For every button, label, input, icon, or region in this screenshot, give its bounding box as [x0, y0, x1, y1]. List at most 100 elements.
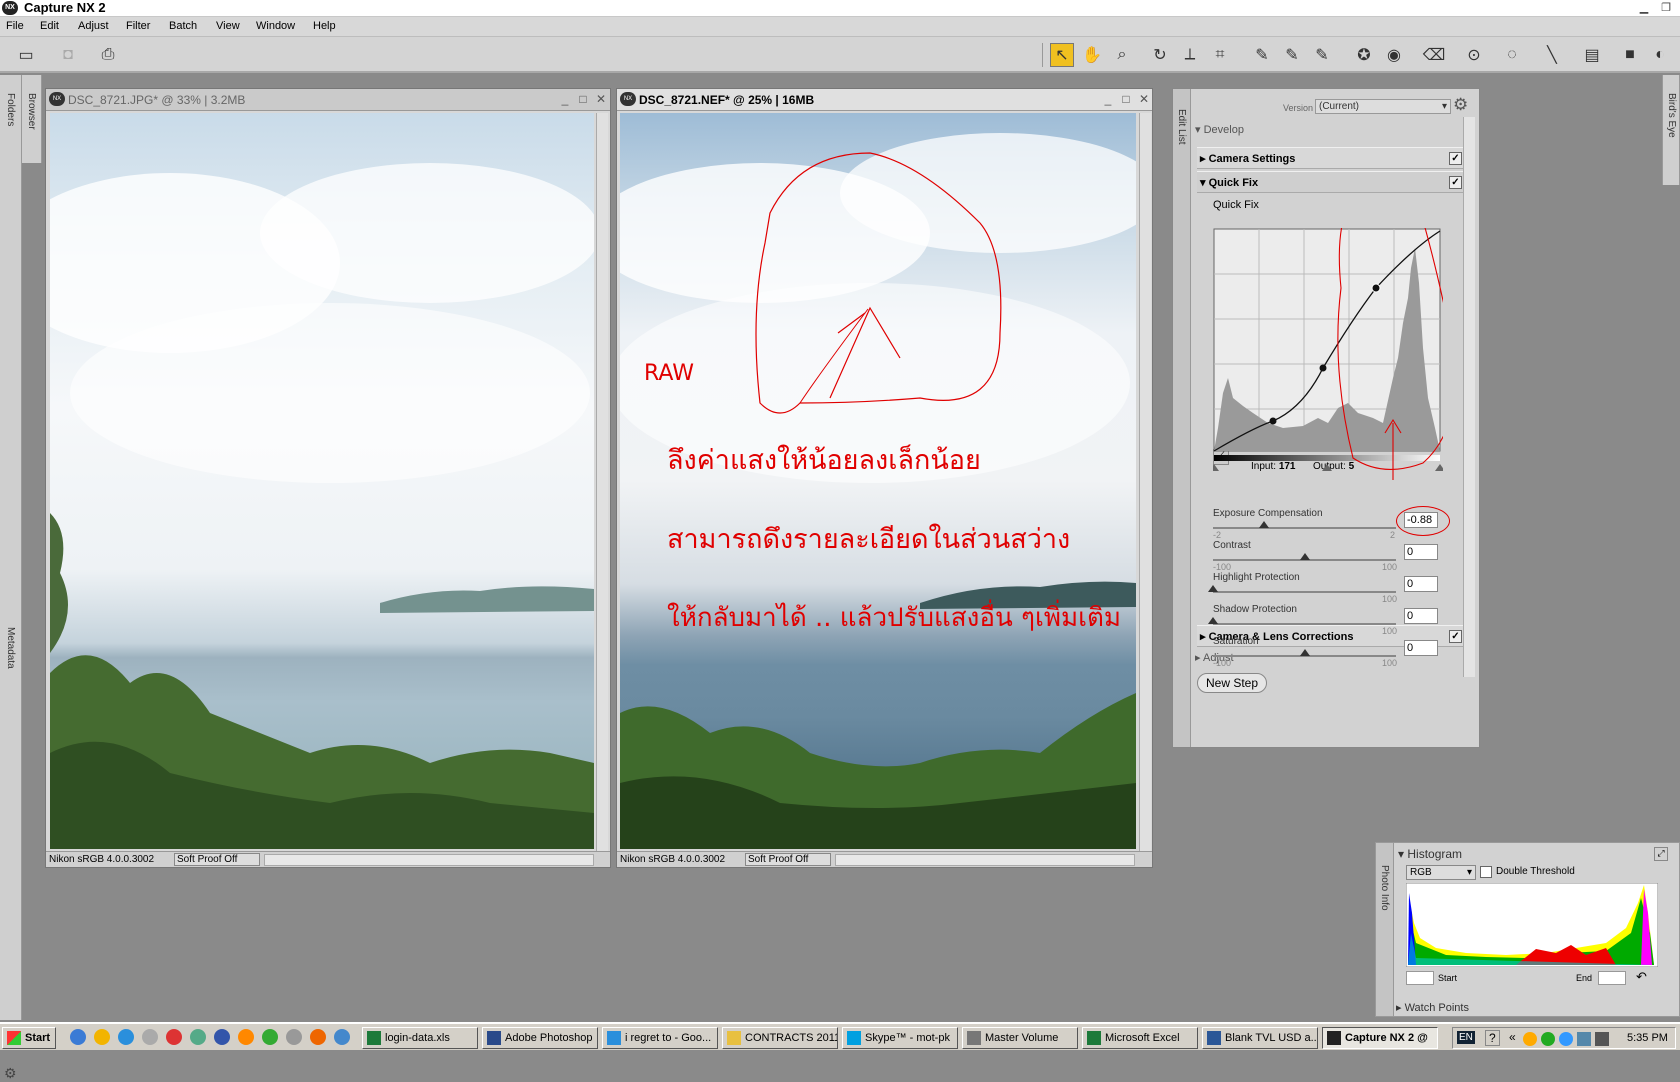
quicklaunch-app-icon[interactable]	[238, 1029, 254, 1045]
taskbar-item[interactable]: Adobe Photoshop	[482, 1027, 598, 1049]
settings-gear-icon[interactable]: ⚙	[4, 1065, 17, 1082]
menu-filter[interactable]: Filter	[126, 20, 150, 32]
camera-lens-checkbox[interactable]: ✓	[1449, 630, 1462, 643]
soft-proof-dropdown[interactable]: Soft Proof Off	[174, 853, 260, 866]
end-input[interactable]	[1598, 971, 1626, 985]
folders-tab[interactable]: Folders	[5, 93, 16, 126]
close-icon[interactable]: ✕	[594, 92, 608, 106]
control-point-icon[interactable]: ⊙	[1462, 43, 1486, 67]
quicklaunch-app-icon[interactable]	[262, 1029, 278, 1045]
taskbar-item[interactable]: Blank TVL USD a...	[1202, 1027, 1318, 1049]
fill-tool-icon[interactable]: ■	[1618, 43, 1642, 67]
camera-icon[interactable]: ◘	[56, 43, 80, 67]
quicklaunch-app-icon[interactable]	[286, 1029, 302, 1045]
zoom-tool-icon[interactable]: ⌕	[1110, 43, 1134, 67]
black-point-icon[interactable]: ✎	[1250, 43, 1274, 67]
edit-list-tab[interactable]: Edit List	[1176, 109, 1187, 145]
menu-adjust[interactable]: Adjust	[78, 20, 109, 32]
menu-batch[interactable]: Batch	[169, 20, 197, 32]
start-input[interactable]	[1406, 971, 1434, 985]
tray-app-icon[interactable]	[1523, 1032, 1537, 1046]
media-player-icon[interactable]	[214, 1029, 230, 1045]
camera-settings-step[interactable]: ▸ Camera Settings ✓	[1197, 147, 1467, 169]
new-step-button[interactable]: New Step	[1197, 673, 1267, 693]
slider-value-input[interactable]: 0	[1404, 576, 1438, 592]
white-point-icon[interactable]: ✎	[1310, 43, 1334, 67]
menu-edit[interactable]: Edit	[40, 20, 59, 32]
photo-info-tab[interactable]: Photo Info	[1379, 865, 1390, 911]
print-icon[interactable]: ⎙	[96, 43, 120, 67]
red-eye-tool-icon[interactable]: ✪	[1352, 43, 1376, 67]
eye-tool-icon[interactable]: ◉	[1382, 43, 1406, 67]
lasso-tool-icon[interactable]: ◌	[1500, 43, 1524, 67]
start-button[interactable]: Start	[2, 1027, 56, 1049]
slider-track[interactable]	[1213, 527, 1396, 529]
quicklaunch-app-icon[interactable]	[94, 1029, 110, 1045]
expand-icon[interactable]: ⤢	[1654, 847, 1668, 861]
tray-app-icon[interactable]	[1541, 1032, 1555, 1046]
gradient-tool-icon[interactable]: ▤	[1580, 43, 1604, 67]
maximize-icon[interactable]: □	[576, 92, 590, 106]
more-tools-icon[interactable]: ◐	[1648, 43, 1672, 67]
direct-select-tool-icon[interactable]: ↖	[1050, 43, 1074, 67]
panel-scrollbar[interactable]	[1463, 117, 1475, 677]
tray-app-icon[interactable]	[1559, 1032, 1573, 1046]
layout-icon[interactable]: ▭	[14, 43, 38, 67]
double-threshold-checkbox[interactable]	[1480, 866, 1492, 878]
minimize-icon[interactable]: _	[558, 92, 572, 106]
selection-brush-icon[interactable]: ╲	[1540, 43, 1564, 67]
slider-thumb[interactable]	[1299, 649, 1310, 656]
quicklaunch-app-icon[interactable]	[142, 1029, 158, 1045]
restore-button[interactable]: ❐	[1658, 1, 1674, 15]
volume-icon[interactable]	[1595, 1032, 1609, 1046]
soft-proof-dropdown[interactable]: Soft Proof Off	[745, 853, 831, 866]
quicklaunch-app-icon[interactable]	[190, 1029, 206, 1045]
crop-tool-icon[interactable]: ⌗	[1208, 43, 1232, 67]
tray-expand-icon[interactable]: «	[1509, 1030, 1516, 1044]
metadata-tab[interactable]: Metadata	[5, 627, 16, 669]
horizontal-scrollbar[interactable]	[835, 854, 1135, 866]
slider-thumb[interactable]	[1208, 585, 1218, 592]
quick-fix-curve-graph[interactable]	[1213, 228, 1443, 480]
neutral-point-icon[interactable]: ✎	[1280, 43, 1304, 67]
taskbar-item[interactable]: CONTRACTS 2011	[722, 1027, 838, 1049]
slider-value-input[interactable]: 0	[1404, 640, 1438, 656]
watch-points-section[interactable]: ▸ Watch Points	[1396, 1001, 1469, 1014]
slider-thumb[interactable]	[1208, 617, 1218, 624]
show-desktop-icon[interactable]	[70, 1029, 86, 1045]
menu-help[interactable]: Help	[313, 20, 336, 32]
histogram-header[interactable]: ▾ Histogram	[1398, 847, 1462, 861]
menu-view[interactable]: View	[216, 20, 240, 32]
slider-thumb[interactable]	[1259, 521, 1270, 528]
menu-file[interactable]: File	[6, 20, 24, 32]
network-icon[interactable]	[1577, 1032, 1591, 1046]
slider-value-input[interactable]: 0	[1404, 608, 1438, 624]
channel-dropdown[interactable]: RGB ▾	[1406, 865, 1476, 880]
slider-thumb[interactable]	[1299, 553, 1310, 560]
quicklaunch-app-icon[interactable]	[334, 1029, 350, 1045]
photo-nef[interactable]: RAW ลึงค่าแสงให้น้อยลงเล็กน้อย สามารถดึง…	[620, 113, 1136, 849]
vertical-scrollbar[interactable]	[1139, 113, 1151, 851]
hand-tool-icon[interactable]: ✋	[1080, 43, 1104, 67]
horizontal-scrollbar[interactable]	[264, 854, 594, 866]
taskbar-item[interactable]: Microsoft Excel	[1082, 1027, 1198, 1049]
ie-icon[interactable]	[118, 1029, 134, 1045]
photo-jpg[interactable]	[50, 113, 594, 849]
auto-retouch-brush-icon[interactable]: ⌫	[1422, 43, 1446, 67]
quick-fix-checkbox[interactable]: ✓	[1449, 176, 1462, 189]
vertical-scrollbar[interactable]	[596, 113, 608, 851]
camera-settings-checkbox[interactable]: ✓	[1449, 152, 1462, 165]
browser-tab[interactable]: Browser	[26, 93, 37, 130]
version-dropdown[interactable]: (Current) ▾	[1315, 99, 1451, 114]
taskbar-item[interactable]: login-data.xls	[362, 1027, 478, 1049]
slider-track[interactable]	[1213, 591, 1396, 593]
reset-icon[interactable]: ↶	[1636, 969, 1647, 985]
taskbar-item[interactable]: Master Volume	[962, 1027, 1078, 1049]
slider-value-input[interactable]: 0	[1404, 544, 1438, 560]
birds-eye-tab[interactable]: Bird's Eye	[1666, 93, 1677, 138]
language-indicator[interactable]: EN	[1457, 1031, 1475, 1044]
develop-section[interactable]: ▾ Develop	[1195, 123, 1244, 136]
minimize-icon[interactable]: _	[1101, 92, 1115, 106]
taskbar-item[interactable]: Capture NX 2 @	[1322, 1027, 1438, 1049]
firefox-icon[interactable]	[310, 1029, 326, 1045]
